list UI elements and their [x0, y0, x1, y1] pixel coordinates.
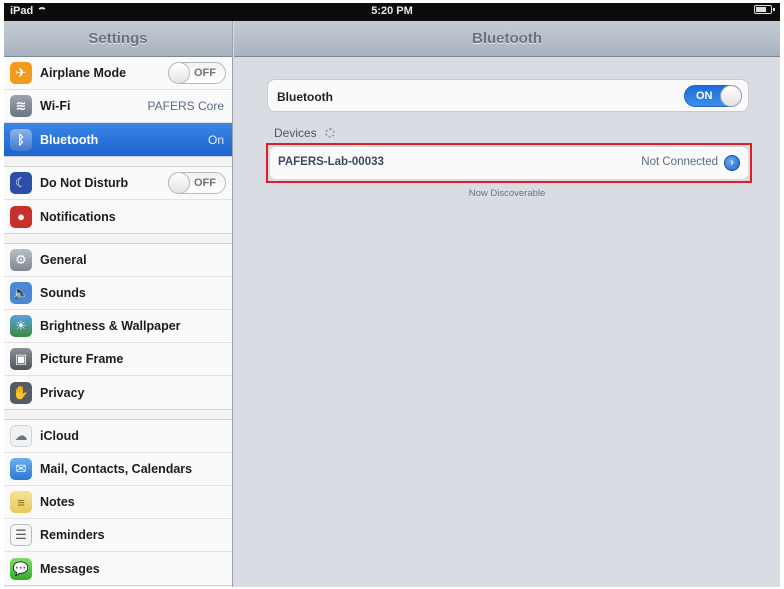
sidebar-item-privacy[interactable]: ✋ Privacy	[4, 376, 232, 409]
wifi-network-value: PAFERS Core	[147, 99, 224, 113]
notifications-icon: ●	[10, 205, 32, 228]
cloud-icon: ☁	[10, 425, 32, 447]
sidebar-item-label: Reminders	[40, 528, 105, 542]
sidebar-item-label: Airplane Mode	[40, 66, 127, 80]
sidebar-item-picture-frame[interactable]: ▣ Picture Frame	[4, 343, 232, 376]
sidebar-item-do-not-disturb[interactable]: ☾ Do Not Disturb OFF	[4, 167, 232, 200]
loading-spinner-icon	[324, 128, 335, 138]
sidebar-item-notes[interactable]: ≡ Notes	[4, 486, 232, 519]
sidebar-item-label: General	[40, 253, 87, 267]
airplane-icon: ✈	[10, 62, 32, 84]
settings-group: ✈ Airplane Mode OFF ≋ Wi-Fi PAFERS Core …	[4, 57, 232, 157]
discoverable-note: Now Discoverable	[468, 188, 546, 199]
sidebar-item-mail-contacts-calendars[interactable]: ✉ Mail, Contacts, Calendars	[4, 453, 232, 486]
sidebar-item-label: Messages	[40, 561, 100, 576]
status-bar: iPad 5:20 PM	[4, 3, 780, 21]
highlight-outline: PAFERS-Lab-00033 Not Connected ›	[266, 143, 752, 183]
clock: 5:20 PM	[371, 5, 413, 17]
sidebar-item-general[interactable]: ⚙ General	[4, 244, 232, 277]
sidebar-item-label: Brightness & Wallpaper	[40, 319, 181, 333]
bluetooth-setting-row: Bluetooth ON	[267, 79, 749, 112]
sidebar-item-bluetooth[interactable]: ᛒ Bluetooth On	[4, 123, 232, 156]
sidebar-item-label: Notes	[40, 495, 75, 509]
reminders-icon: ☰	[10, 524, 32, 546]
sidebar-item-label: Bluetooth	[40, 132, 99, 147]
sidebar-item-icloud[interactable]: ☁ iCloud	[4, 420, 232, 453]
sidebar-item-label: Sounds	[40, 286, 86, 300]
bluetooth-toggle[interactable]: ON	[684, 85, 742, 107]
devices-label: Devices	[274, 126, 317, 140]
device-name: PAFERS-Lab-00033	[278, 156, 384, 168]
settings-sidebar: Settings ✈ Airplane Mode OFF ≋ Wi-Fi PAF…	[4, 21, 233, 587]
do-not-disturb-toggle[interactable]: OFF	[168, 172, 226, 194]
sidebar-item-wifi[interactable]: ≋ Wi-Fi PAFERS Core	[4, 90, 232, 123]
sidebar-item-sounds[interactable]: 🔈 Sounds	[4, 277, 232, 310]
notes-icon: ≡	[10, 491, 32, 513]
ipad-screen: iPad 5:20 PM Settings ✈ Airplane Mode OF…	[4, 3, 780, 587]
moon-icon: ☾	[10, 172, 32, 194]
picture-frame-icon: ▣	[10, 348, 32, 370]
battery-icon	[754, 5, 775, 14]
messages-icon: 💬	[10, 557, 32, 580]
settings-group: ⚙ General 🔈 Sounds ☀ Brightness & Wallpa…	[4, 243, 232, 410]
sidebar-item-airplane-mode[interactable]: ✈ Airplane Mode OFF	[4, 57, 232, 90]
wifi-icon: ≋	[10, 95, 32, 117]
sidebar-item-label: iCloud	[40, 429, 79, 443]
settings-group: ☾ Do Not Disturb OFF ● Notifications	[4, 166, 232, 234]
bluetooth-label: Bluetooth	[277, 90, 333, 104]
sidebar-item-label: Picture Frame	[40, 352, 124, 366]
sidebar-title: Settings	[4, 21, 232, 57]
sidebar-item-label: Notifications	[40, 209, 116, 224]
brightness-icon: ☀	[10, 315, 32, 337]
sidebar-item-label: Privacy	[40, 385, 85, 400]
device-status: Not Connected	[641, 156, 718, 168]
device-row[interactable]: PAFERS-Lab-00033 Not Connected ›	[270, 147, 748, 179]
bluetooth-status-value: On	[207, 132, 224, 147]
detail-title: Bluetooth	[234, 21, 780, 57]
sidebar-item-label: Do Not Disturb	[40, 176, 129, 190]
settings-group: ☁ iCloud ✉ Mail, Contacts, Calendars ≡ N…	[4, 419, 232, 586]
speaker-icon: 🔈	[10, 282, 32, 304]
mail-icon: ✉	[10, 458, 32, 480]
devices-section-header: Devices	[274, 126, 335, 140]
airplane-mode-toggle[interactable]: OFF	[168, 62, 226, 84]
bluetooth-detail-pane: Bluetooth Bluetooth ON Devices PAFERS-La…	[234, 21, 780, 587]
sidebar-item-messages[interactable]: 💬 Messages	[4, 552, 232, 585]
gear-icon: ⚙	[10, 249, 32, 271]
sidebar-item-notifications[interactable]: ● Notifications	[4, 200, 232, 233]
sidebar-item-brightness-wallpaper[interactable]: ☀ Brightness & Wallpaper	[4, 310, 232, 343]
sidebar-item-label: Mail, Contacts, Calendars	[40, 462, 193, 476]
sidebar-item-label: Wi-Fi	[40, 99, 71, 113]
sidebar-item-reminders[interactable]: ☰ Reminders	[4, 519, 232, 552]
detail-disclosure-icon[interactable]: ›	[724, 155, 740, 171]
bluetooth-icon: ᛒ	[10, 128, 32, 151]
hand-icon: ✋	[10, 381, 32, 404]
